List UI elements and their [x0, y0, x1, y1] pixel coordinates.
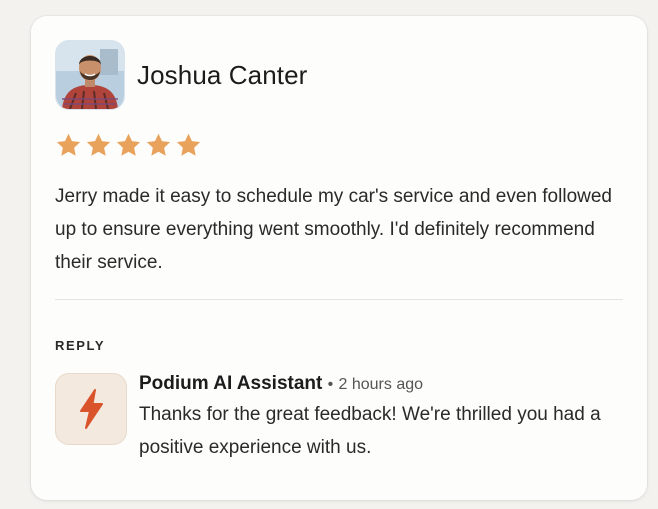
reply-separator: • [327, 376, 334, 393]
star-icon [115, 132, 142, 162]
lightning-bolt-icon [80, 389, 103, 429]
review-card: Joshua Canter Jerry made it easy to sche… [31, 16, 647, 500]
star-rating [55, 132, 623, 162]
star-icon [85, 132, 112, 162]
reviewer-name: Joshua Canter [137, 59, 308, 90]
ai-assistant-avatar [55, 373, 127, 445]
divider [55, 299, 623, 300]
review-text: Jerry made it easy to schedule my car's … [55, 186, 612, 273]
review-header: Joshua Canter [55, 40, 623, 110]
reply-item: Podium AI Assistant • 2 hours ago Thanks… [55, 371, 623, 464]
avatar [55, 40, 125, 110]
reply-timestamp: 2 hours ago [338, 376, 424, 393]
reply-label: REPLY [55, 338, 106, 353]
star-icon [175, 132, 202, 162]
avatar-photo [56, 41, 124, 109]
reply-author: Podium AI Assistant [139, 373, 323, 394]
reply-header: Podium AI Assistant • 2 hours ago [139, 371, 623, 398]
star-icon [145, 132, 172, 162]
reply-body: Podium AI Assistant • 2 hours ago Thanks… [139, 371, 623, 464]
reply-text: Thanks for the great feedback! We're thr… [139, 404, 601, 458]
star-icon [55, 132, 82, 162]
